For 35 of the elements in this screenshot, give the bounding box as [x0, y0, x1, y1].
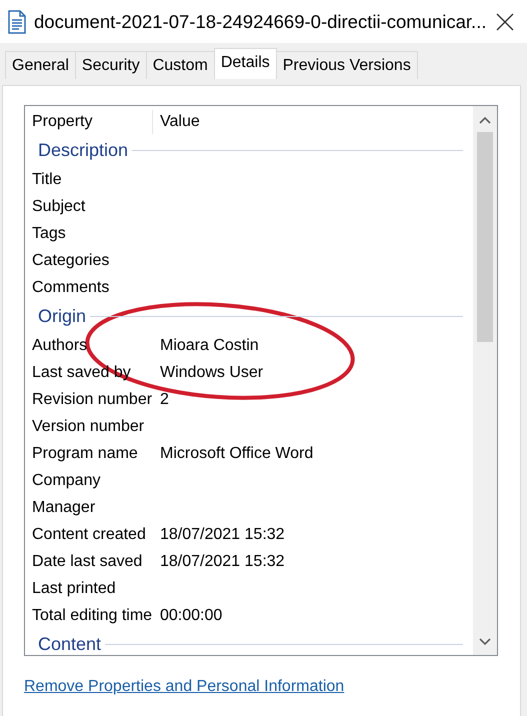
- window-title: document-2021-07-18-24924669-0-directii-comunicar...: [34, 10, 486, 34]
- column-header[interactable]: Property: [25, 110, 153, 134]
- property-value: 00:00:00: [159, 606, 222, 626]
- property-name: Comments: [31, 278, 110, 298]
- document-icon: [8, 10, 26, 34]
- column-header[interactable]: Value: [153, 110, 200, 134]
- property-value: Mioara Costin: [159, 336, 259, 356]
- property-name: Date last saved: [31, 552, 144, 572]
- property-name: Company: [31, 471, 102, 491]
- section-header: Content: [38, 633, 102, 655]
- property-name: Total editing time: [31, 606, 153, 626]
- property-name: Tags: [31, 224, 67, 244]
- property-value: 18/07/2021 15:32: [159, 525, 285, 545]
- property-name: Program name: [31, 444, 139, 464]
- section-header: Origin: [38, 305, 86, 328]
- property-name: Manager: [31, 498, 96, 518]
- property-name: Revision number: [31, 390, 153, 410]
- property-name: Subject: [31, 197, 86, 217]
- scrollbar-thumb[interactable]: [477, 132, 493, 342]
- property-name: Authors: [31, 336, 88, 356]
- property-name: Content created: [31, 525, 147, 545]
- tab[interactable]: Previous Versions: [276, 51, 418, 79]
- property-name: Version number: [31, 417, 146, 437]
- tab[interactable]: Details: [214, 48, 277, 79]
- remove-properties-link[interactable]: Remove Properties and Personal Information: [24, 678, 344, 695]
- property-name: Last printed: [31, 579, 117, 599]
- property-name: Categories: [31, 251, 110, 271]
- property-value: 2: [159, 390, 169, 410]
- close-icon[interactable]: [495, 12, 515, 32]
- property-value: Microsoft Office Word: [159, 444, 314, 464]
- property-name: Title: [31, 170, 63, 190]
- property-value: Windows User: [159, 363, 264, 383]
- section-header: Description: [38, 139, 128, 162]
- tab[interactable]: General: [5, 51, 76, 79]
- property-value: 18/07/2021 15:32: [159, 552, 285, 572]
